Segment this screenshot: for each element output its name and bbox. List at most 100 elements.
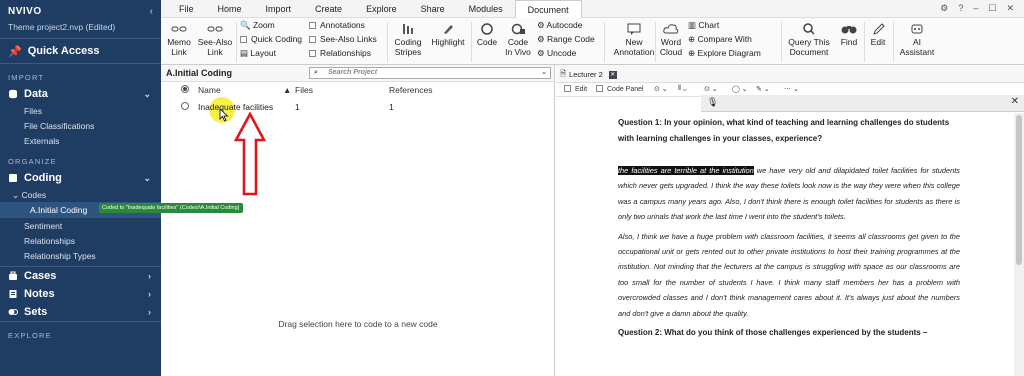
tab-document[interactable]: Document	[514, 0, 582, 18]
nav-initial-coding-label: A.Initial Coding	[30, 205, 88, 215]
annotations-toggle[interactable]: Annotations	[309, 19, 365, 32]
nav-relationship-types[interactable]: Relationship Types	[0, 248, 161, 263]
see-also-links-toggle[interactable]: See-Also Links	[309, 33, 377, 46]
zoom-dropdown-icon[interactable]: ⊙ ⌄	[654, 85, 668, 93]
nav-files[interactable]: Files	[0, 103, 161, 118]
code-button[interactable]: Code	[475, 20, 499, 47]
compare-with-button[interactable]: ⊕ Compare With	[688, 33, 752, 46]
chart-label: Chart	[698, 20, 720, 30]
annotations-checkbox[interactable]	[309, 22, 316, 29]
document-content[interactable]: Question 1: In your opinion, what kind o…	[618, 115, 960, 357]
search-project-input[interactable]: ⌕ Search Project ⌄	[309, 67, 551, 79]
code-panel-toggle[interactable]: Code Panel	[596, 85, 644, 93]
close-tab-icon[interactable]: ✕	[608, 70, 617, 79]
nav-sentiment[interactable]: Sentiment	[0, 218, 161, 233]
quick-coding-label: Quick Coding	[251, 34, 303, 44]
column-header-references[interactable]: References	[389, 85, 432, 99]
relationships-checkbox[interactable]	[309, 50, 316, 57]
ai-assistant-button[interactable]: AI Assistant	[897, 20, 937, 57]
annotation-icon	[627, 23, 641, 35]
paragraph-1[interactable]: the facilities are terrible at the insti…	[618, 163, 960, 225]
relationships-toggle[interactable]: Relationships	[309, 47, 371, 60]
maximize-icon[interactable]: ☐	[988, 3, 996, 14]
close-icon[interactable]: ✕	[1011, 96, 1019, 107]
database-icon	[9, 89, 17, 99]
chevron-down-icon[interactable]: ⌄	[541, 68, 547, 76]
nav-cases[interactable]: Cases ›	[0, 267, 161, 285]
collapse-sidebar-icon[interactable]: ‹	[150, 6, 153, 17]
scrollbar-thumb[interactable]	[1016, 115, 1022, 265]
microphone-icon[interactable]: 🎙	[707, 97, 718, 108]
chart-button[interactable]: ▥ Chart	[688, 19, 719, 32]
range-code-button[interactable]: ⚙ Range Code	[537, 33, 595, 46]
layout-icon: ▤	[240, 48, 249, 58]
tool-dropdown-icon[interactable]: ⊙ ⌄	[704, 85, 718, 93]
code-name-cell[interactable]: Inadequate facilities	[198, 102, 273, 112]
explore-diagram-button[interactable]: ⊕ Explore Diagram	[688, 47, 761, 60]
new-annotation-label: New Annotation	[613, 37, 655, 57]
coding-stripes-dropdown-icon[interactable]: ⫴ ⌄	[678, 85, 687, 93]
paragraph-2[interactable]: Also, I think we have a huge problem wit…	[618, 229, 960, 321]
highlight-dropdown-icon[interactable]: ✎ ⌄	[756, 85, 770, 93]
selected-text[interactable]: the facilities are terrible at the insti…	[618, 166, 754, 175]
quick-coding-toggle[interactable]: Quick Coding	[240, 33, 302, 46]
document-tab-lecturer-2[interactable]: 🗎 Lecturer 2 ✕	[560, 68, 617, 81]
more-tools-icon[interactable]: ⋯ ⌄	[784, 85, 799, 93]
compare-icon: ⊕	[688, 34, 696, 44]
list-view-title: A.Initial Coding	[166, 68, 232, 78]
nav-relationships[interactable]: Relationships	[0, 233, 161, 248]
nav-notes[interactable]: Notes ›	[0, 285, 161, 303]
tab-import[interactable]: Import	[254, 0, 304, 18]
tab-modules[interactable]: Modules	[457, 0, 515, 18]
edit-toggle[interactable]: Edit	[564, 85, 587, 93]
code-panel-checkbox[interactable]	[596, 85, 603, 92]
word-cloud-button[interactable]: Word Cloud	[657, 20, 685, 57]
nav-file-classifications[interactable]: File Classifications	[0, 118, 161, 133]
layout-button[interactable]: ▤ Layout	[240, 47, 276, 60]
see-also-links-checkbox[interactable]	[309, 36, 316, 43]
references-cell: 1	[389, 102, 394, 112]
nav-initial-coding[interactable]: A.Initial Coding Coded to "Inadequate fa…	[0, 202, 243, 218]
quick-access-item[interactable]: 📌 Quick Access	[0, 39, 161, 63]
nav-externals[interactable]: Externals	[0, 133, 161, 148]
memo-link-button[interactable]: Memo Link	[165, 20, 193, 57]
tab-create[interactable]: Create	[303, 0, 354, 18]
help-icon[interactable]: ?	[958, 3, 963, 14]
ribbon-separator	[236, 22, 237, 62]
nav-codes[interactable]: ⌄ Codes	[0, 187, 161, 202]
code-in-vivo-button[interactable]: Code In Vivo	[503, 20, 533, 57]
uncode-button[interactable]: ⚙ Uncode	[537, 47, 576, 60]
tab-file[interactable]: File	[167, 0, 206, 18]
zoom-button[interactable]: 🔍 Zoom	[240, 19, 275, 32]
search-placeholder: Search Project	[328, 69, 378, 76]
tab-explore[interactable]: Explore	[354, 0, 409, 18]
tab-share[interactable]: Share	[409, 0, 457, 18]
new-annotation-button[interactable]: New Annotation	[613, 20, 655, 57]
nav-data[interactable]: Data ⌄	[0, 85, 161, 103]
column-header-files[interactable]: Files	[295, 85, 313, 99]
coding-stripes-button[interactable]: Coding Stripes	[391, 20, 425, 57]
tab-home[interactable]: Home	[206, 0, 254, 18]
nav-sets[interactable]: Sets ›	[0, 303, 161, 321]
uncode-label: Uncode	[547, 48, 577, 58]
vertical-scrollbar[interactable]	[1014, 113, 1024, 376]
minimize-icon[interactable]: –	[973, 3, 978, 14]
settings-icon[interactable]: ⚙	[940, 3, 948, 14]
highlight-button[interactable]: Highlight	[429, 20, 467, 47]
quick-coding-checkbox[interactable]	[240, 36, 247, 43]
nav-coding-label: Coding	[24, 172, 62, 184]
query-this-document-button[interactable]: Query This Document	[784, 20, 834, 57]
close-window-icon[interactable]: ✕	[1006, 3, 1014, 14]
select-all-radio[interactable]	[181, 85, 189, 99]
query-this-document-label: Query This Document	[788, 37, 830, 57]
see-also-link-button[interactable]: See-Also Link	[197, 20, 233, 57]
autocode-button[interactable]: ⚙ Autocode	[537, 19, 582, 32]
chevron-down-icon: ⌄	[143, 88, 151, 99]
nav-coding[interactable]: Coding ⌄	[0, 169, 161, 187]
find-button[interactable]: Find	[837, 20, 861, 47]
edit-checkbox[interactable]	[564, 85, 571, 92]
edit-button[interactable]: Edit	[866, 20, 890, 47]
row-radio[interactable]	[181, 102, 189, 110]
code-dropdown-icon[interactable]: ◯ ⌄	[732, 85, 748, 93]
ribbon-separator	[781, 22, 782, 62]
